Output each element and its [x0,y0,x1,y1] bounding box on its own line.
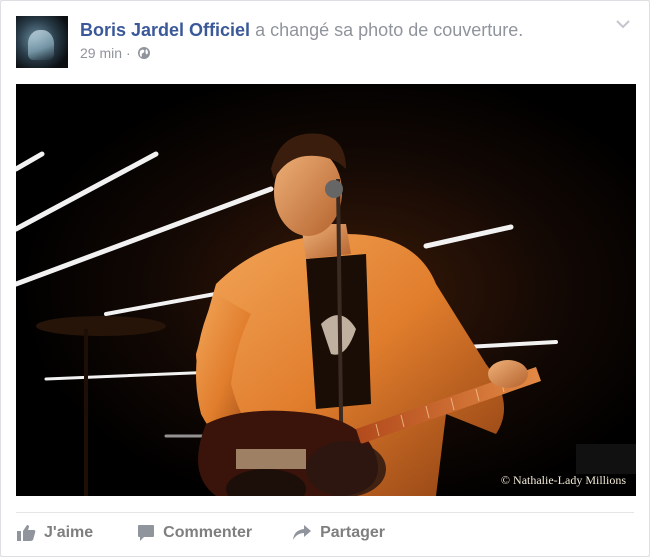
avatar-figure [28,30,54,60]
photo-watermark: © Nathalie-Lady Millions [500,473,626,487]
meta-separator: · [126,45,131,61]
page-name-link[interactable]: Boris Jardel Officiel [80,20,250,40]
share-button[interactable]: Partager [292,524,385,542]
action-divider [16,512,634,513]
post-meta: 29 min · [80,45,151,61]
like-button[interactable]: J'aime [16,524,93,542]
profile-avatar[interactable] [16,16,68,68]
like-label: J'aime [44,524,94,541]
concert-photo-image [16,84,636,496]
post-card: Boris Jardel Officiel a changé sa photo … [0,0,650,557]
globe-icon[interactable] [137,46,151,60]
thumbs-up-icon [17,525,36,541]
comment-label: Commenter [163,524,253,541]
cover-photo[interactable]: © Nathalie-Lady Millions [16,84,636,496]
post-actions-bar: J'aime Commenter Partager [16,518,425,548]
post-action-text: a changé sa photo de couverture. [255,20,524,40]
post-timestamp[interactable]: 29 min [80,45,122,61]
share-label: Partager [320,524,385,541]
chevron-down-icon[interactable] [615,19,631,29]
comment-button[interactable]: Commenter [137,524,252,542]
post-header: Boris Jardel Officiel a changé sa photo … [80,18,523,42]
comment-icon [138,525,155,541]
share-icon [293,525,312,540]
